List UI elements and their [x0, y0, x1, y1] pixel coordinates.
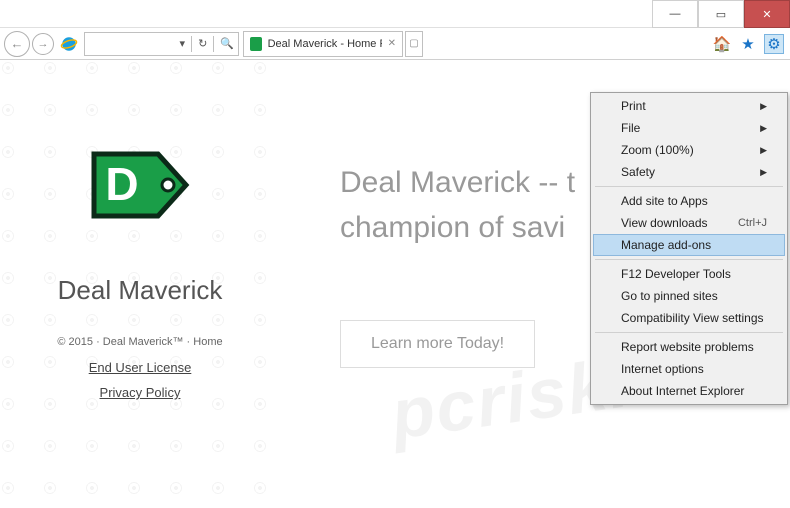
- headline-line-1: Deal Maverick -- t: [340, 166, 575, 199]
- copyright-text: © 2015 · Deal Maverick™ · Home: [20, 336, 260, 348]
- menu-separator: [595, 259, 783, 260]
- menu-item-label: Internet options: [621, 362, 704, 376]
- menu-item-about-internet-explorer[interactable]: About Internet Explorer: [593, 380, 785, 402]
- menu-item-safety[interactable]: Safety ▶: [593, 161, 785, 183]
- menu-item-label: Print: [621, 99, 646, 113]
- tab-favicon-icon: [250, 37, 262, 51]
- learn-more-button[interactable]: Learn more Today!: [340, 320, 535, 368]
- menu-separator: [595, 332, 783, 333]
- favorites-icon[interactable]: ★: [738, 34, 758, 54]
- submenu-arrow-icon: ▶: [760, 167, 767, 178]
- menu-item-add-site-to-apps[interactable]: Add site to Apps: [593, 190, 785, 212]
- menu-item-print[interactable]: Print ▶: [593, 95, 785, 117]
- svg-text:D: D: [105, 158, 138, 210]
- submenu-arrow-icon: ▶: [760, 145, 767, 156]
- menu-item-label: View downloads: [621, 216, 708, 230]
- home-icon[interactable]: 🏠: [712, 34, 732, 54]
- tools-gear-icon[interactable]: ⚙: [764, 34, 784, 54]
- window-titlebar: — ▭ ✕: [0, 0, 790, 28]
- window-maximize-button[interactable]: ▭: [698, 0, 744, 28]
- menu-item-label: Safety: [621, 165, 655, 179]
- menu-item-f12-developer-tools[interactable]: F12 Developer Tools: [593, 263, 785, 285]
- page-content: pcrisk.com D Deal Maverick © 2015 · Deal…: [0, 60, 790, 508]
- tools-menu: Print ▶ File ▶ Zoom (100%) ▶ Safety ▶ Add site t…: [590, 92, 788, 405]
- browser-tab[interactable]: Deal Maverick - Home Page ✕: [243, 31, 403, 57]
- submenu-arrow-icon: ▶: [760, 101, 767, 112]
- menu-item-file[interactable]: File ▶: [593, 117, 785, 139]
- window-close-button[interactable]: ✕: [744, 0, 790, 28]
- deal-maverick-logo-icon: D: [80, 140, 200, 230]
- privacy-policy-link[interactable]: Privacy Policy: [20, 385, 260, 400]
- address-bar[interactable]: ▾ ↻ 🔍: [84, 32, 239, 56]
- menu-shortcut: Ctrl+J: [738, 217, 767, 229]
- browser-toolbar: ← → ▾ ↻ 🔍 Deal Maverick - Home Page ✕ ▢ …: [0, 28, 790, 60]
- menu-item-label: Go to pinned sites: [621, 289, 718, 303]
- menu-item-label: F12 Developer Tools: [621, 267, 731, 281]
- menu-item-label: Manage add-ons: [621, 238, 711, 252]
- search-icon[interactable]: 🔍: [220, 37, 234, 50]
- ie-logo-icon: [60, 35, 78, 53]
- menu-item-label: File: [621, 121, 640, 135]
- menu-item-label: Report website problems: [621, 340, 754, 354]
- menu-item-label: Add site to Apps: [621, 194, 708, 208]
- menu-item-report-website-problems[interactable]: Report website problems: [593, 336, 785, 358]
- menu-item-manage-add-ons[interactable]: Manage add-ons: [593, 234, 785, 256]
- new-tab-button[interactable]: ▢: [405, 31, 423, 57]
- forward-button[interactable]: →: [32, 33, 54, 55]
- tab-close-icon[interactable]: ✕: [388, 38, 396, 49]
- menu-item-go-to-pinned-sites[interactable]: Go to pinned sites: [593, 285, 785, 307]
- menu-item-label: About Internet Explorer: [621, 384, 744, 398]
- end-user-license-link[interactable]: End User License: [20, 360, 260, 375]
- menu-item-compatibility-view-settings[interactable]: Compatibility View settings: [593, 307, 785, 329]
- brand-title: Deal Maverick: [20, 275, 260, 306]
- refresh-icon[interactable]: ↻: [198, 37, 207, 50]
- menu-separator: [595, 186, 783, 187]
- page-sidebar: D Deal Maverick © 2015 · Deal Maverick™ …: [0, 60, 280, 508]
- back-button[interactable]: ←: [4, 31, 30, 57]
- window-minimize-button[interactable]: —: [652, 0, 698, 28]
- tab-title: Deal Maverick - Home Page: [268, 38, 382, 50]
- menu-item-label: Compatibility View settings: [621, 311, 764, 325]
- dropdown-icon[interactable]: ▾: [180, 37, 186, 50]
- headline-line-2: champion of savi: [340, 211, 565, 244]
- menu-item-zoom-100[interactable]: Zoom (100%) ▶: [593, 139, 785, 161]
- submenu-arrow-icon: ▶: [760, 123, 767, 134]
- menu-item-label: Zoom (100%): [621, 143, 694, 157]
- menu-item-view-downloads[interactable]: View downloads Ctrl+J: [593, 212, 785, 234]
- menu-item-internet-options[interactable]: Internet options: [593, 358, 785, 380]
